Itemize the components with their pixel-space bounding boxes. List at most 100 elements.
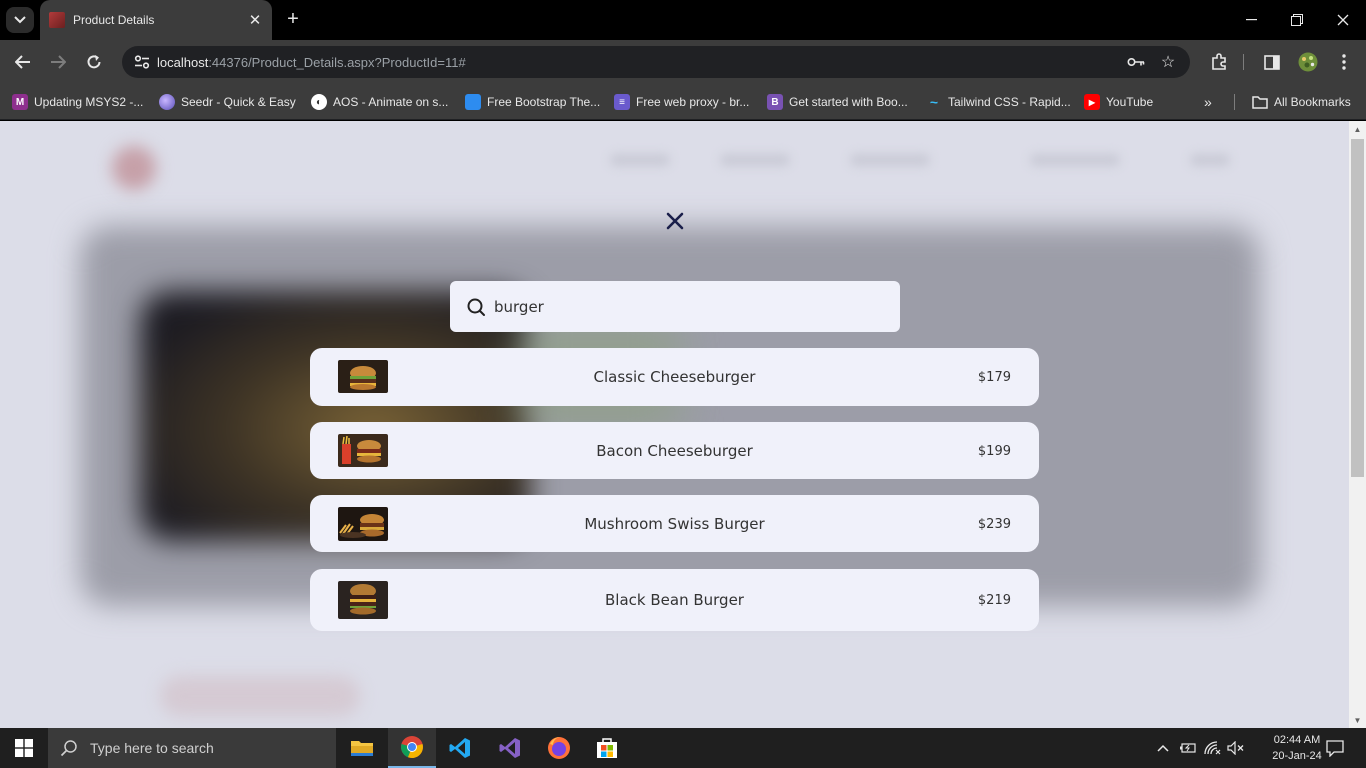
bookmark-item[interactable]: Seedr - Quick & Easy	[159, 93, 296, 111]
vscode-app[interactable]	[436, 728, 484, 768]
folder-icon	[1252, 95, 1268, 109]
search-result-item[interactable]: Mushroom Swiss Burger $239	[310, 495, 1039, 552]
address-bar[interactable]: localhost:44376/Product_Details.aspx?Pro…	[122, 46, 1190, 78]
bookmark-item[interactable]: B Get started with Boo...	[767, 93, 908, 111]
close-window-button[interactable]	[1320, 0, 1366, 40]
start-button[interactable]	[0, 728, 48, 768]
msys2-icon: M	[12, 94, 28, 110]
taskbar-search[interactable]: Type here to search	[48, 728, 336, 768]
bookmark-item[interactable]: M Updating MSYS2 -...	[12, 93, 143, 111]
visual-studio-icon	[499, 738, 520, 758]
url-text[interactable]: localhost:44376/Product_Details.aspx?Pro…	[157, 55, 466, 70]
site-info-button[interactable]	[130, 50, 154, 74]
arrow-left-icon	[15, 55, 30, 69]
aos-icon: ◐	[311, 94, 327, 110]
bookmark-label: Seedr - Quick & Easy	[181, 95, 296, 109]
seedr-icon	[159, 94, 175, 110]
arrow-right-icon	[51, 55, 66, 69]
scroll-up-icon[interactable]: ▲	[1349, 121, 1366, 137]
close-search-button[interactable]	[660, 206, 690, 236]
chrome-icon	[401, 736, 423, 759]
product-name: Black Bean Burger	[605, 591, 744, 609]
search-result-item[interactable]: Classic Cheeseburger $179	[310, 348, 1039, 406]
firefox-app[interactable]	[535, 728, 583, 768]
more-vertical-icon	[1342, 54, 1346, 70]
minimize-icon	[1245, 19, 1257, 21]
tab-product-details[interactable]: Product Details ✕	[40, 0, 272, 40]
taskbar-search-placeholder: Type here to search	[90, 740, 214, 756]
bookmark-label: Free Bootstrap The...	[487, 95, 601, 109]
close-icon	[666, 212, 684, 230]
blurred-nav-item	[610, 154, 670, 166]
search-icon	[467, 298, 485, 316]
all-bookmarks-label: All Bookmarks	[1274, 95, 1351, 109]
battery-icon[interactable]	[1177, 728, 1199, 768]
proxy-icon: ≡	[614, 94, 630, 110]
password-key-icon[interactable]	[1125, 51, 1147, 73]
search-result-item[interactable]: Black Bean Burger $219	[310, 569, 1039, 631]
search-overlay: Classic Cheeseburger $179 Bacon Cheesebu…	[0, 121, 1349, 728]
tab-title: Product Details	[73, 13, 155, 27]
profile-avatar[interactable]	[1293, 48, 1323, 76]
restore-button[interactable]	[1274, 0, 1320, 40]
bookmark-star-icon[interactable]: ☆	[1157, 51, 1179, 73]
reload-button[interactable]	[79, 48, 109, 76]
product-price: $199	[977, 444, 1011, 459]
bookmark-item[interactable]: Free Bootstrap The...	[465, 93, 600, 111]
page-scrollbar[interactable]: ▲ ▼	[1349, 121, 1366, 728]
extensions-icon[interactable]	[1204, 48, 1234, 76]
site-favicon-icon	[49, 12, 65, 28]
tab-strip: Product Details ✕ +	[0, 0, 1366, 40]
search-icon	[60, 740, 77, 757]
bookmark-item[interactable]: ≡ Free web proxy - br...	[614, 93, 749, 111]
bookmark-item[interactable]: ▶ YouTube	[1084, 93, 1153, 111]
windows-taskbar: Type here to search 02:44 AM 20-Jan-24	[0, 728, 1366, 768]
volume-muted-icon[interactable]	[1225, 728, 1247, 768]
bookmarks-divider	[1234, 94, 1235, 110]
bookmark-label: YouTube	[1106, 95, 1154, 109]
side-panel-icon[interactable]	[1257, 48, 1287, 76]
browser-menu-button[interactable]	[1329, 48, 1359, 76]
tab-search-button[interactable]	[6, 7, 34, 33]
file-explorer-app[interactable]	[338, 728, 386, 768]
bookmark-item[interactable]: ◐ AOS - Animate on s...	[311, 93, 448, 111]
search-result-item[interactable]: Bacon Cheeseburger $199	[310, 422, 1039, 479]
more-bookmarks-chevron-icon[interactable]: »	[1204, 93, 1212, 111]
toolbar-divider	[1243, 54, 1244, 70]
vscode-icon	[449, 738, 470, 758]
blurred-nav-item	[850, 154, 930, 166]
notifications-icon[interactable]	[1320, 728, 1350, 768]
visual-studio-app[interactable]	[486, 728, 534, 768]
back-button[interactable]	[8, 48, 38, 76]
folder-icon	[351, 741, 373, 756]
bookmark-label: Get started with Boo...	[789, 95, 908, 109]
forward-button[interactable]	[43, 48, 73, 76]
close-icon	[1337, 14, 1349, 26]
blurred-nav-item	[1030, 154, 1120, 166]
search-box	[450, 281, 900, 332]
youtube-icon: ▶	[1084, 94, 1100, 110]
restore-icon	[1291, 14, 1303, 26]
close-tab-icon[interactable]: ✕	[244, 11, 266, 29]
blurred-logo	[112, 146, 156, 190]
scroll-down-icon[interactable]: ▼	[1349, 712, 1366, 728]
firefox-icon	[548, 736, 570, 759]
new-tab-button[interactable]: +	[280, 6, 306, 32]
scrollbar-thumb[interactable]	[1351, 139, 1364, 477]
product-name: Mushroom Swiss Burger	[584, 515, 765, 533]
chrome-app[interactable]	[388, 728, 436, 768]
product-price: $239	[977, 517, 1011, 532]
network-icon[interactable]	[1202, 728, 1224, 768]
bookmark-item[interactable]: ~ Tailwind CSS - Rapid...	[926, 93, 1071, 111]
product-name: Classic Cheeseburger	[593, 368, 756, 386]
minimize-button[interactable]	[1228, 0, 1274, 40]
all-bookmarks-button[interactable]: All Bookmarks	[1252, 93, 1351, 111]
show-hidden-icons-chevron-icon[interactable]	[1154, 728, 1172, 768]
blurred-footer-item	[160, 676, 360, 716]
search-input[interactable]	[494, 297, 874, 316]
url-host: localhost	[157, 55, 209, 70]
product-price: $179	[977, 370, 1011, 385]
product-name: Bacon Cheeseburger	[596, 442, 753, 460]
tune-icon	[134, 55, 150, 69]
microsoft-store-app[interactable]	[583, 728, 631, 768]
